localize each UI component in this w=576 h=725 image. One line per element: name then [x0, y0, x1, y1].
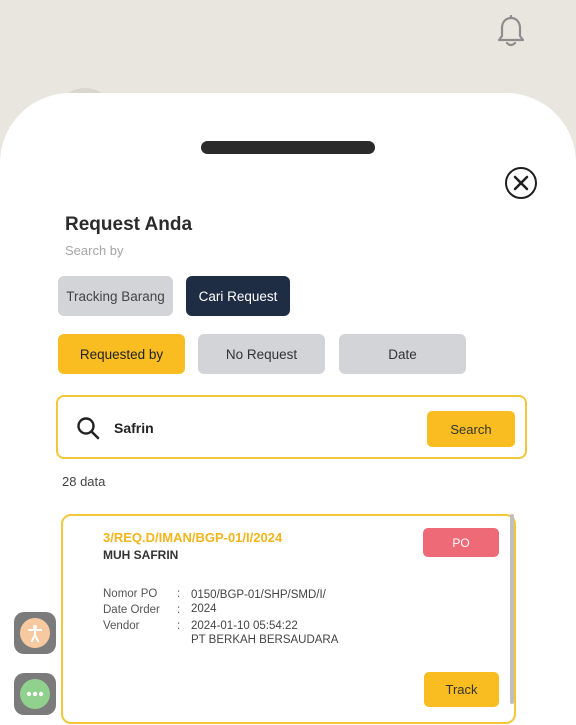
sheet-title: Request Anda	[65, 214, 193, 235]
request-card[interactable]: 3/REQ.D/IMAN/BGP-01/I/2024 MUH SAFRIN PO…	[61, 514, 516, 724]
more-dots-icon	[20, 679, 50, 709]
detail-label-vendor: Vendor	[103, 620, 140, 632]
filter-no-request[interactable]: No Request	[198, 334, 325, 374]
track-button[interactable]: Track	[424, 672, 499, 707]
request-id: 3/REQ.D/IMAN/BGP-01/I/2024	[103, 530, 283, 545]
search-button[interactable]: Search	[427, 411, 515, 447]
po-status-badge: PO	[423, 528, 499, 557]
detail-value-date-order: 2024-01-10 05:54:22	[191, 620, 298, 632]
app-screen: Request Anda Search by Tracking Barang C…	[0, 0, 576, 725]
search-icon	[77, 417, 100, 440]
requester-name: MUH SAFRIN	[103, 548, 179, 562]
search-bar: Search	[56, 395, 527, 459]
detail-value-nomor-po: 0150/BGP-01/SHP/SMD/I/ 2024	[191, 589, 326, 615]
search-input[interactable]	[114, 417, 414, 439]
detail-value-vendor: PT BERKAH BERSAUDARA	[191, 634, 339, 646]
filter-date[interactable]: Date	[339, 334, 466, 374]
close-button[interactable]	[505, 167, 537, 199]
detail-colon: :	[177, 604, 181, 616]
tab-cari-request[interactable]: Cari Request	[186, 276, 290, 316]
close-icon	[513, 175, 529, 191]
card-scrollbar[interactable]	[510, 514, 514, 704]
detail-label-nomor-po: Nomor PO	[103, 588, 158, 600]
bell-icon[interactable]	[495, 15, 527, 49]
result-count: 28 data	[62, 474, 106, 489]
accessibility-button[interactable]	[14, 612, 56, 654]
accessibility-icon	[20, 618, 50, 648]
detail-colon: :	[177, 620, 181, 632]
detail-colon: :	[177, 588, 181, 600]
filter-requested-by[interactable]: Requested by	[58, 334, 185, 374]
search-by-label: Search by	[65, 243, 124, 258]
tab-tracking-barang[interactable]: Tracking Barang	[58, 276, 173, 316]
more-options-button[interactable]	[14, 673, 56, 715]
sheet-drag-handle[interactable]	[201, 141, 375, 154]
detail-label-date-order: Date Order	[103, 604, 160, 616]
